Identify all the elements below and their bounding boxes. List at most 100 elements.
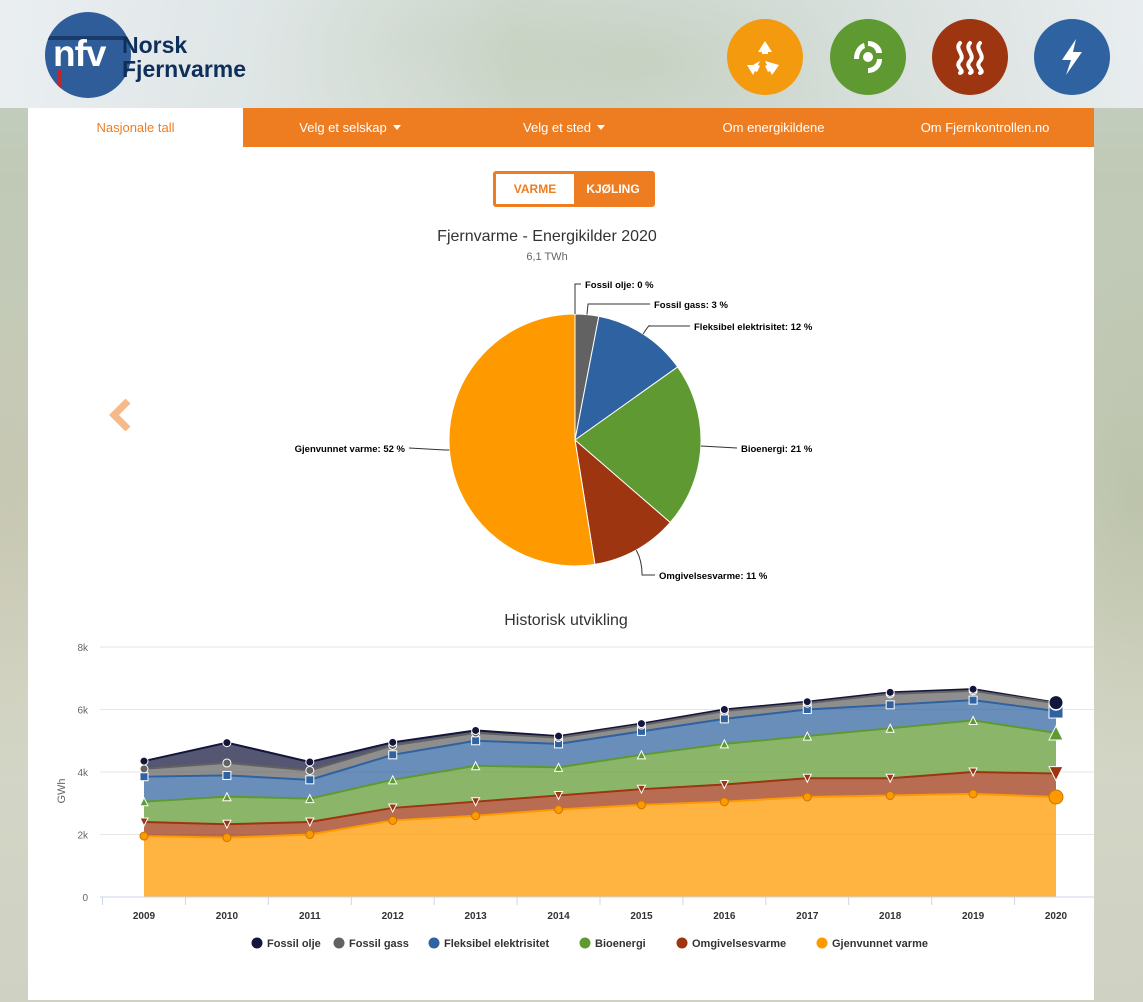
marker-fossil-olje[interactable]: [554, 731, 564, 741]
nav-label: Velg et selskap: [299, 120, 387, 135]
x-tick-label: 2019: [962, 911, 985, 922]
bio-icon[interactable]: [830, 19, 906, 95]
pie-connector-line: [574, 283, 581, 314]
x-tick-label: 2014: [547, 911, 570, 922]
marker-fossil-olje[interactable]: [885, 687, 895, 697]
pie-subtitle: 6,1 TWh: [526, 251, 567, 263]
marker-fossil-olje[interactable]: [719, 705, 729, 714]
marker-gjenvunnet-varme[interactable]: [222, 833, 232, 843]
legend-item-omgivelsesvarme[interactable]: Omgivelsesvarme: [692, 938, 786, 950]
logo-red-bar: [57, 70, 61, 98]
marker-fossil-olje[interactable]: [968, 684, 978, 694]
marker-gjenvunnet-varme[interactable]: [139, 831, 149, 841]
brand-name[interactable]: Norsk Fjernvarme: [122, 33, 246, 81]
x-tick-label: 2016: [713, 911, 736, 922]
marker-fossil-gass[interactable]: [222, 758, 232, 768]
recycle-icon[interactable]: [727, 19, 803, 95]
marker-gjenvunnet-varme[interactable]: [719, 797, 729, 807]
x-tick-label: 2020: [1045, 911, 1068, 922]
pie-slice-gjenvunnet-varme[interactable]: [448, 313, 596, 567]
marker-fossil-olje[interactable]: [471, 725, 481, 735]
marker-fleksibel-elektrisitet[interactable]: [139, 772, 149, 782]
marker-fossil-gass[interactable]: [305, 765, 315, 775]
y-axis-label: GWh: [56, 778, 68, 803]
marker-fleksibel-elektrisitet[interactable]: [471, 736, 481, 746]
header: nfv Norsk Fjernvarme: [0, 0, 1143, 108]
x-tick-label: 2015: [630, 911, 653, 922]
marker-gjenvunnet-varme[interactable]: [636, 800, 646, 810]
brand-line1: Norsk: [122, 32, 188, 58]
legend-item-fleksibel-elektrisitet[interactable]: Fleksibel elektrisitet: [444, 938, 549, 950]
nav-label: Nasjonale tall: [96, 120, 175, 135]
pie-label-gjenvunnet-varme: Gjenvunnet varme: 52 %: [295, 444, 406, 455]
marker-gjenvunnet-varme[interactable]: [305, 830, 315, 839]
nfv-logo[interactable]: nfv: [45, 12, 131, 98]
marker-fossil-olje[interactable]: [636, 719, 646, 729]
x-tick-label: 2009: [133, 911, 156, 922]
marker-fossil-olje[interactable]: [139, 756, 149, 766]
marker-fleksibel-elektrisitet[interactable]: [222, 770, 232, 780]
x-tick-label: 2013: [465, 911, 488, 922]
marker-gjenvunnet-varme[interactable]: [968, 789, 978, 799]
pie-connector-line: [408, 447, 450, 451]
caret-down-icon: [392, 125, 401, 130]
marker-fleksibel-elektrisitet[interactable]: [885, 700, 895, 710]
x-tick-label: 2011: [299, 911, 321, 922]
nav-om-fjernkontrollen[interactable]: Om Fjernkontrollen.no: [876, 108, 1094, 147]
area-title: Historisk utvikling: [504, 612, 628, 629]
marker-fossil-olje[interactable]: [1048, 695, 1064, 711]
legend-marker-omgivelsesvarme[interactable]: [676, 937, 688, 949]
marker-fleksibel-elektrisitet[interactable]: [968, 695, 978, 705]
nav-nasjonale-tall[interactable]: Nasjonale tall: [28, 108, 243, 147]
nav-label: Om energikildene: [722, 120, 825, 135]
marker-gjenvunnet-varme[interactable]: [1048, 789, 1064, 805]
heat-icon[interactable]: [932, 19, 1008, 95]
x-tick-label: 2018: [879, 911, 902, 922]
x-tick-label: 2012: [382, 911, 405, 922]
marker-gjenvunnet-varme[interactable]: [471, 811, 481, 821]
logo-text: nfv: [53, 33, 106, 74]
marker-fossil-gass[interactable]: [139, 764, 149, 774]
varme-toggle-button[interactable]: VARME: [496, 174, 574, 204]
main-nav: Nasjonale tall Velg et selskap Velg et s…: [28, 108, 1094, 147]
marker-gjenvunnet-varme[interactable]: [885, 790, 895, 800]
nav-label: Velg et sted: [523, 120, 591, 135]
legend-item-fossil-gass[interactable]: Fossil gass: [349, 938, 409, 950]
pie-label-bioenergi: Bioenergi: 21 %: [741, 444, 813, 455]
x-tick-label: 2010: [216, 911, 239, 922]
marker-fossil-olje[interactable]: [305, 757, 315, 767]
brand-line2: Fjernvarme: [122, 56, 247, 82]
kjoling-toggle-button[interactable]: KJØLING: [574, 174, 652, 204]
marker-fossil-olje[interactable]: [222, 738, 232, 748]
y-tick-label: 4k: [77, 768, 89, 779]
nav-velg-selskap[interactable]: Velg et selskap: [243, 108, 457, 147]
y-tick-label: 6k: [77, 706, 89, 717]
y-tick-label: 0: [82, 893, 88, 904]
y-tick-label: 8k: [77, 643, 89, 654]
pie-connector-line: [700, 445, 738, 449]
pie-label-omgivelsesvarme: Omgivelsesvarme: 11 %: [659, 571, 768, 582]
legend-item-gjenvunnet-varme[interactable]: Gjenvunnet varme: [832, 938, 928, 950]
legend-marker-gjenvunnet-varme[interactable]: [816, 937, 828, 949]
marker-gjenvunnet-varme[interactable]: [802, 792, 812, 802]
marker-gjenvunnet-varme[interactable]: [554, 805, 564, 814]
legend-item-bioenergi[interactable]: Bioenergi: [595, 938, 646, 950]
legend-marker-fleksibel-elektrisitet[interactable]: [428, 937, 440, 949]
marker-fossil-olje[interactable]: [388, 737, 398, 747]
legend-marker-bioenergi[interactable]: [579, 937, 591, 949]
nav-velg-sted[interactable]: Velg et sted: [457, 108, 671, 147]
marker-fleksibel-elektrisitet[interactable]: [305, 775, 315, 785]
pie-label-fleksibel-elektrisitet: Fleksibel elektrisitet: 12 %: [694, 322, 813, 333]
marker-gjenvunnet-varme[interactable]: [388, 815, 398, 825]
pie-label-fossil-gass: Fossil gass: 3 %: [654, 300, 728, 311]
history-chart: Historisk utvikling GWh 0 2k 4k 6k 8k 2009 201…: [56, 612, 1094, 950]
lightning-icon[interactable]: [1034, 19, 1110, 95]
pie-title: Fjernvarme - Energikilder 2020: [437, 228, 657, 245]
nav-om-energikildene[interactable]: Om energikildene: [671, 108, 876, 147]
legend-marker-fossil-olje[interactable]: [251, 937, 263, 949]
legend-marker-fossil-gass[interactable]: [333, 937, 345, 949]
marker-fleksibel-elektrisitet[interactable]: [388, 750, 398, 760]
marker-fleksibel-elektrisitet[interactable]: [719, 714, 729, 724]
marker-fossil-olje[interactable]: [802, 697, 812, 707]
legend-item-fossil-olje[interactable]: Fossil olje: [267, 938, 321, 950]
